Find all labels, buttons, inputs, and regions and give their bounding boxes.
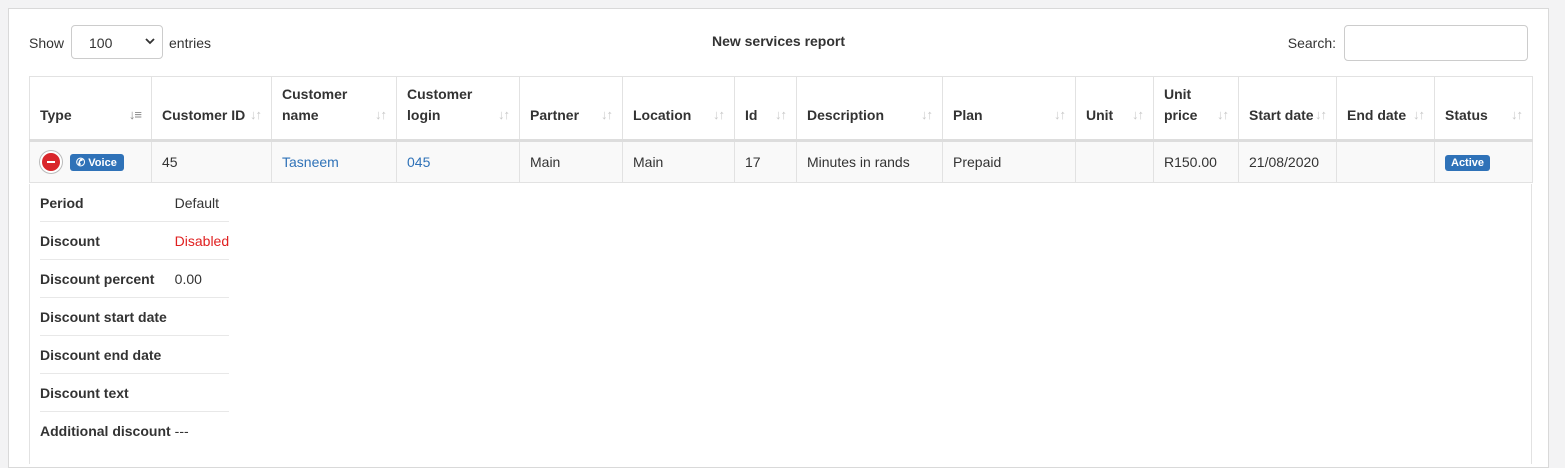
col-header-customer-id[interactable]: Customer ID ↓↑ [151, 76, 272, 142]
sort-icon: ↓↑ [1413, 107, 1425, 122]
detail-row: Additional discount --- [40, 412, 229, 450]
sort-icon: ↓↑ [375, 107, 387, 122]
cell-end-date [1336, 140, 1435, 183]
detail-row: Discount Disabled [40, 221, 230, 260]
cell-status: Active [1434, 140, 1533, 183]
cell-location: Main [622, 140, 735, 183]
cell-customer-login: 045 [396, 140, 520, 183]
sort-icon: ↓↑ [601, 107, 613, 122]
detail-value: --- [174, 422, 189, 439]
col-header-customer-name[interactable]: Customer name ↓↑ [271, 76, 397, 142]
type-badge: ✆ Voice [70, 153, 124, 171]
sort-icon: ↓↑ [713, 107, 725, 122]
col-header-end-date[interactable]: End date ↓↑ [1336, 76, 1435, 142]
search-label: Search: [1287, 35, 1336, 51]
col-header-type[interactable]: Type ↓≡ [29, 76, 152, 142]
col-header-unit-price[interactable]: Unit price ↓↑ [1153, 76, 1239, 142]
sort-icon: ↓↑ [1511, 107, 1523, 122]
detail-value [172, 335, 230, 374]
detail-value: Default [172, 184, 230, 222]
report-panel: Show 100 entries New services report Sea… [8, 8, 1549, 468]
detail-value [172, 373, 230, 412]
detail-key: Discount start date [40, 297, 173, 336]
col-header-location[interactable]: Location ↓↑ [622, 76, 735, 142]
collapse-row-icon[interactable] [40, 151, 62, 173]
col-header-partner[interactable]: Partner ↓↑ [519, 76, 623, 142]
sort-icon: ↓↑ [1132, 107, 1144, 122]
search-input[interactable] [1344, 25, 1528, 61]
sort-icon: ↓↑ [498, 107, 510, 122]
cell-unit-price: R150.00 [1153, 140, 1239, 183]
sort-icon: ↓↑ [1217, 107, 1229, 122]
detail-row: Discount start date [40, 297, 230, 336]
customer-login-link[interactable]: 045 [407, 154, 430, 170]
sort-desc-icon: ↓≡ [128, 107, 142, 122]
detail-row: Discount end date [40, 335, 230, 374]
col-header-description[interactable]: Description ↓↑ [796, 76, 943, 142]
detail-value: 0.00 [172, 259, 230, 298]
detail-key: Discount [40, 221, 173, 260]
table-row[interactable]: ✆ Voice 45 Tasneem 045 Main Main 17 Minu… [29, 140, 1533, 183]
row-details: Period Default Discount Disabled Discount … [29, 184, 1532, 464]
col-header-plan[interactable]: Plan ↓↑ [942, 76, 1076, 142]
services-table: Type ↓≡ Customer ID ↓↑ Customer name ↓↑ Cus… [29, 76, 1533, 183]
cell-id: 17 [734, 140, 797, 183]
col-header-customer-login[interactable]: Customer login ↓↑ [396, 76, 520, 142]
cell-start-date: 21/08/2020 [1238, 140, 1337, 183]
status-badge: Active [1445, 155, 1491, 171]
detail-row: Discount percent 0.00 [40, 259, 230, 298]
cell-partner: Main [519, 140, 623, 183]
cell-customer-id: 45 [151, 140, 272, 183]
sort-icon: ↓↑ [250, 107, 262, 122]
detail-key: Additional discount [40, 422, 171, 439]
cell-description: Minutes in rands [796, 140, 943, 183]
col-header-start-date[interactable]: Start date ↓↑ [1238, 76, 1337, 142]
sort-icon: ↓↑ [921, 107, 933, 122]
cell-customer-name: Tasneem [271, 140, 397, 183]
cell-unit [1075, 140, 1154, 183]
phone-icon: ✆ [76, 156, 86, 169]
detail-row: Discount text [40, 373, 230, 412]
detail-value [172, 297, 230, 336]
cell-plan: Prepaid [942, 140, 1076, 183]
table-controls: Show 100 entries New services report Sea… [29, 25, 1528, 63]
sort-icon: ↓↑ [1315, 107, 1327, 122]
sort-icon: ↓↑ [1054, 107, 1066, 122]
detail-key: Discount text [40, 373, 173, 412]
col-header-id[interactable]: Id ↓↑ [734, 76, 797, 142]
sort-icon: ↓↑ [775, 107, 787, 122]
detail-key: Discount percent [40, 259, 173, 298]
detail-key: Discount end date [40, 335, 173, 374]
col-header-status[interactable]: Status ↓↑ [1434, 76, 1533, 142]
col-header-unit[interactable]: Unit ↓↑ [1075, 76, 1154, 142]
detail-row: Period Default [40, 184, 230, 222]
detail-value: Disabled [172, 221, 230, 260]
cell-type: ✆ Voice [29, 140, 152, 183]
details-list: Period Default Discount Disabled Discount … [40, 184, 230, 450]
header-row: Type ↓≡ Customer ID ↓↑ Customer name ↓↑ Cus… [29, 76, 1533, 142]
detail-key: Period [40, 184, 173, 222]
customer-name-link[interactable]: Tasneem [282, 154, 339, 170]
